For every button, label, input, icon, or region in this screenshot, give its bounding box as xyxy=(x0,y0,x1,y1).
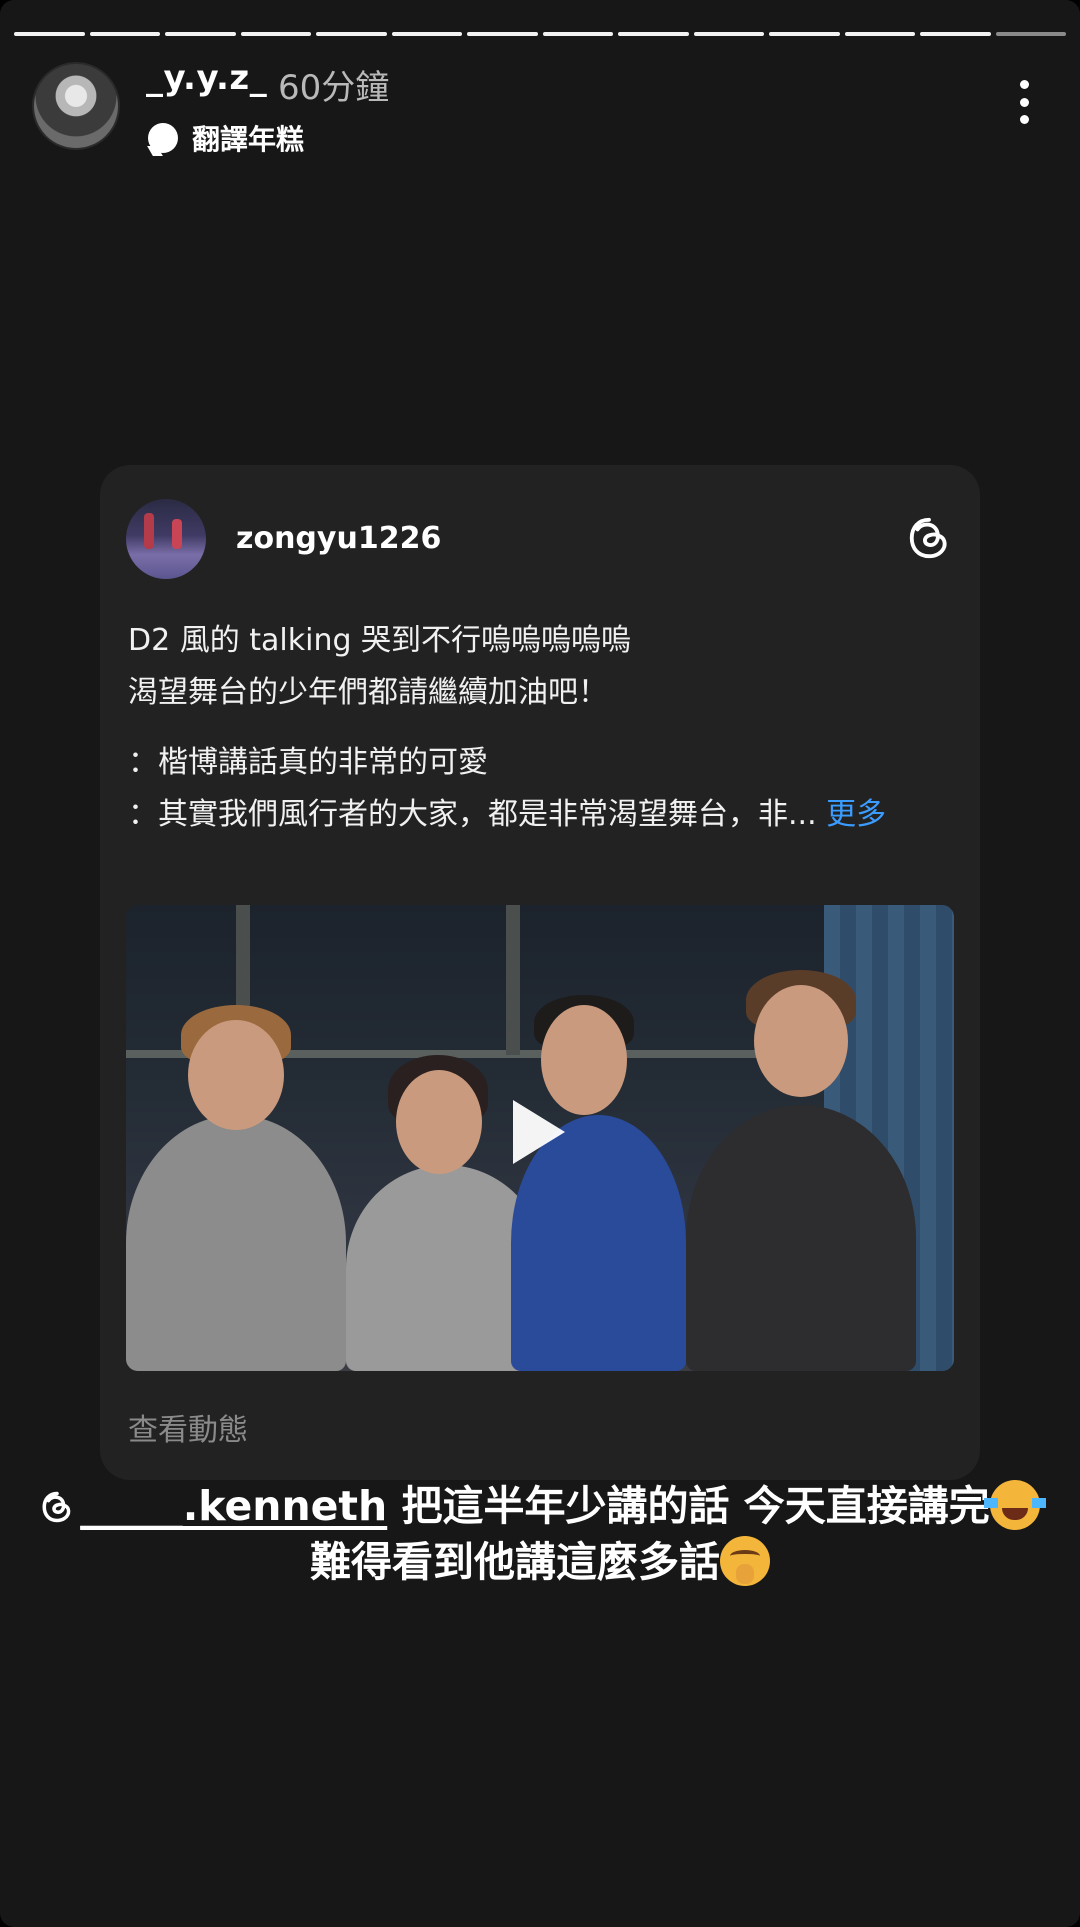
threads-post-card[interactable]: zongyu1226 D2 風的 talking 哭到不行嗚嗚嗚嗚嗚 渴望舞台的… xyxy=(100,465,980,1480)
stage-pole xyxy=(506,905,520,1055)
progress-segment xyxy=(467,32,538,36)
progress-segment xyxy=(693,32,764,36)
mention-link[interactable]: _____.kenneth xyxy=(40,1482,387,1530)
performer-face xyxy=(541,1005,627,1115)
performer-face xyxy=(754,985,848,1097)
story-screen: _y.y.z_ 60分鐘 翻譯年糕 zongyu1226 D2 風的 talki… xyxy=(0,0,1080,1927)
post-avatar[interactable] xyxy=(126,499,206,579)
post-username[interactable]: zongyu1226 xyxy=(236,521,441,556)
post-quote-2: ：其實我們風行者的大家，都是非常渴望舞台，非... 更多 xyxy=(128,789,948,841)
play-icon[interactable] xyxy=(513,1100,565,1164)
caption-line-1: _____.kenneth 把這半年少講的話 今天直接講完 xyxy=(0,1478,1080,1534)
chat-bubble-icon xyxy=(148,123,178,153)
progress-segment xyxy=(89,32,160,36)
progress-segment xyxy=(618,32,689,36)
progress-segment xyxy=(920,32,991,36)
threads-logo-icon xyxy=(909,517,947,559)
progress-segment xyxy=(316,32,387,36)
story-sub-label: 翻譯年糕 xyxy=(192,123,305,156)
threads-logo-icon xyxy=(42,1491,71,1523)
view-post-link[interactable]: 查看動態 xyxy=(128,1405,248,1449)
caption-text-1: 把這半年少講的話 今天直接講完 xyxy=(401,1482,990,1530)
story-timestamp: 60分鐘 xyxy=(278,68,390,108)
performer xyxy=(686,1105,916,1371)
mention-text: _____.kenneth xyxy=(80,1482,388,1530)
post-line-1: D2 風的 talking 哭到不行嗚嗚嗚嗚嗚 xyxy=(128,623,632,658)
progress-segment xyxy=(769,32,840,36)
hand-over-mouth-emoji-icon xyxy=(720,1536,770,1586)
performer-face xyxy=(188,1020,284,1130)
post-line-2: 渴望舞台的少年們都請繼續加油吧！ xyxy=(128,675,608,710)
caption-line-2: 難得看到他講這麼多話 xyxy=(0,1534,1080,1590)
post-text: D2 風的 talking 哭到不行嗚嗚嗚嗚嗚 渴望舞台的少年們都請繼續加油吧！… xyxy=(128,615,948,841)
progress-segment xyxy=(391,32,462,36)
more-link[interactable]: 更多 xyxy=(826,797,886,832)
story-sub-row[interactable]: 翻譯年糕 xyxy=(148,118,304,158)
caption-text-2: 難得看到他講這麼多話 xyxy=(310,1538,720,1586)
post-quote-2-text: ：其實我們風行者的大家，都是非常渴望舞台，非... xyxy=(128,797,817,832)
avatar[interactable] xyxy=(32,62,120,150)
progress-segment xyxy=(240,32,311,36)
video-thumbnail[interactable] xyxy=(126,905,954,1371)
performer xyxy=(126,1115,346,1371)
laughing-tears-emoji-icon xyxy=(983,1480,1046,1530)
post-quote-1: ：楷博講話真的非常的可愛 xyxy=(128,745,488,780)
progress-segment xyxy=(844,32,915,36)
progress-segment xyxy=(995,32,1066,36)
performer-face xyxy=(396,1070,482,1174)
progress-segment xyxy=(542,32,613,36)
progress-segment xyxy=(165,32,236,36)
story-progress-bar xyxy=(14,32,1066,36)
story-caption: _____.kenneth 把這半年少講的話 今天直接講完 難得看到他講這麼多話 xyxy=(0,1478,1080,1590)
progress-segment xyxy=(14,32,85,36)
story-username[interactable]: _y.y.z_ xyxy=(146,58,267,98)
more-vertical-icon[interactable] xyxy=(1018,80,1030,124)
